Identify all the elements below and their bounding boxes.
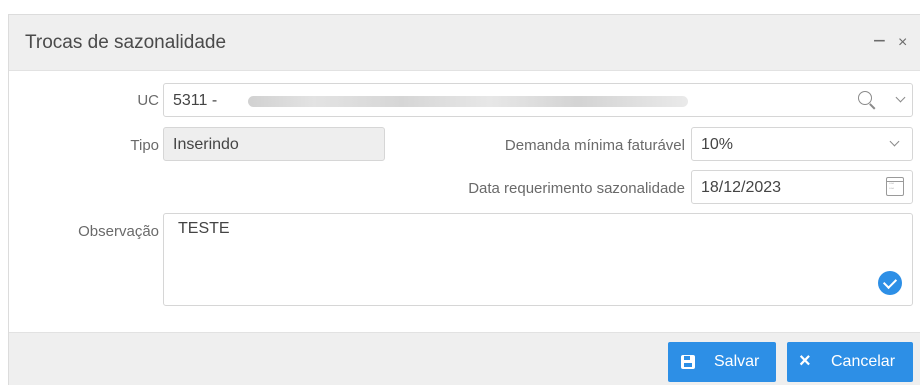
observacao-label: Observação — [78, 223, 159, 240]
calendar-icon[interactable] — [886, 177, 904, 196]
chevron-down-icon[interactable] — [889, 136, 900, 147]
uc-value: 5311 - — [173, 92, 218, 109]
save-icon — [681, 355, 695, 369]
check-circle-icon — [878, 271, 902, 295]
dialog-footer: Salvar × Cancelar — [9, 332, 920, 385]
tipo-field: Inserindo — [163, 127, 385, 161]
chevron-down-icon[interactable] — [895, 92, 906, 103]
uc-name-redacted — [248, 96, 688, 107]
tipo-value: Inserindo — [173, 136, 239, 153]
search-icon[interactable] — [858, 91, 876, 109]
cancel-button[interactable]: × Cancelar — [787, 342, 913, 382]
close-button[interactable]: × — [898, 32, 907, 54]
data-requerimento-value: 18/12/2023 — [701, 179, 782, 196]
demanda-select[interactable]: 10% — [691, 127, 913, 161]
dialog-title: Trocas de sazonalidade — [25, 32, 227, 53]
save-button[interactable]: Salvar — [668, 342, 776, 382]
minimize-button[interactable]: − — [873, 30, 886, 52]
uc-select[interactable]: 5311 - — [163, 83, 913, 117]
save-button-label: Salvar — [714, 353, 760, 370]
data-requerimento-field[interactable]: 18/12/2023 — [691, 170, 913, 204]
demanda-value: 10% — [701, 136, 734, 153]
dialog: Trocas de sazonalidade − × UC 5311 - Tip… — [8, 14, 920, 385]
close-icon: × — [799, 350, 811, 372]
data-requerimento-label: Data requerimento sazonalidade — [468, 180, 685, 197]
dialog-titlebar[interactable]: Trocas de sazonalidade − × — [9, 15, 920, 71]
uc-label: UC — [137, 92, 159, 109]
observacao-value: TESTE — [178, 220, 230, 237]
observacao-textarea[interactable]: TESTE — [163, 213, 913, 306]
cancel-button-label: Cancelar — [831, 353, 896, 370]
tipo-label: Tipo — [130, 137, 159, 154]
demanda-label: Demanda mínima faturável — [504, 137, 685, 154]
